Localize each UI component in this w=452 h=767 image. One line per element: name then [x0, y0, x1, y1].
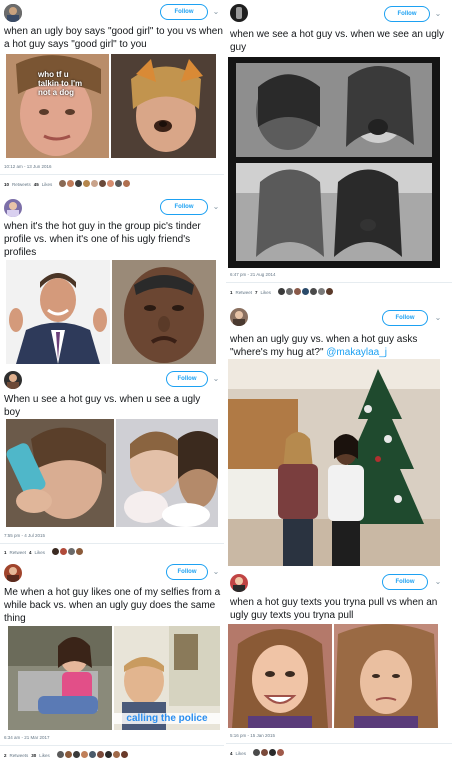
- tweet-stats: 2 Retweets 30 Likes: [4, 751, 129, 759]
- chevron-down-icon[interactable]: ⌄: [212, 8, 220, 16]
- like-count: 45: [33, 181, 39, 187]
- retweet-label: Retweet: [9, 549, 27, 555]
- avatar[interactable]: [230, 4, 248, 22]
- divider: [0, 745, 224, 746]
- like-label: Likes: [235, 750, 247, 756]
- tweet-photo-left[interactable]: who tf u talkin to I'm not a dog: [6, 54, 109, 158]
- divider: [0, 174, 224, 175]
- tweet-photo-left[interactable]: [6, 419, 114, 527]
- divider: [226, 743, 452, 744]
- follow-button[interactable]: Follow: [384, 6, 430, 22]
- liker-avatars[interactable]: [59, 180, 131, 188]
- tweet-card-1: Follow ⌄ when an ugly boy says "good gir…: [0, 0, 224, 195]
- retweet-label: Retweets: [9, 752, 29, 758]
- retweet-label: Retweets: [12, 181, 31, 187]
- tweet-timestamp: 6:34 am - 21 Mar 2017: [4, 735, 50, 740]
- avatar[interactable]: [4, 4, 22, 22]
- retweet-count: 10: [4, 181, 10, 187]
- chevron-down-icon[interactable]: ⌄: [434, 578, 442, 586]
- chevron-down-icon[interactable]: ⌄: [434, 10, 442, 18]
- tweet-photo-right[interactable]: [334, 624, 438, 728]
- retweet-count: 1: [4, 549, 7, 555]
- chevron-down-icon[interactable]: ⌄: [212, 568, 220, 576]
- tweet-stats: 4 Likes: [230, 749, 285, 757]
- chevron-down-icon[interactable]: ⌄: [212, 203, 220, 211]
- tweet-card-4: Follow ⌄ when an ugly guy vs. when a hot…: [226, 302, 452, 570]
- follow-button[interactable]: Follow: [382, 310, 428, 326]
- like-count: 4: [29, 549, 32, 555]
- tweet-card-5: Follow ⌄ When u see a hot guy vs. when u…: [0, 367, 224, 560]
- like-label: Likes: [260, 289, 272, 295]
- tweet-card-2: Follow ⌄ when we see a hot guy vs. when …: [226, 0, 452, 302]
- follow-button[interactable]: Follow: [382, 574, 428, 590]
- tweet-photo-right[interactable]: calling the police: [114, 626, 220, 730]
- tweet-timestamp: 5:16 pm - 15 Jan 2015: [230, 733, 276, 738]
- tweet-stats: 10 Retweets 45 Likes: [4, 180, 131, 188]
- liker-avatars[interactable]: [253, 749, 285, 757]
- follow-button[interactable]: Follow: [166, 564, 208, 580]
- avatar[interactable]: [230, 574, 248, 592]
- tweet-timestamp: 10:12 am - 13 Jun 2016: [4, 164, 52, 169]
- mention-link[interactable]: @makaylaa_j: [326, 347, 387, 358]
- like-count: 4: [230, 750, 233, 756]
- tweet-photo-collage[interactable]: [228, 57, 440, 268]
- tweet-card-3: Follow ⌄ when it's the hot guy in the gr…: [0, 195, 224, 367]
- tweet-stats: 1 Retweet 4 Likes: [4, 548, 84, 556]
- retweet-label: Retweet: [235, 289, 253, 295]
- tweet-text: when an ugly guy vs. when a hot guy asks…: [230, 333, 445, 359]
- retweet-count: 1: [230, 289, 233, 295]
- liker-avatars[interactable]: [278, 288, 334, 296]
- like-label: Likes: [34, 549, 46, 555]
- photo-overlay-text: who tf u talkin to I'm not a dog: [38, 70, 83, 97]
- like-count: 30: [31, 752, 37, 758]
- avatar[interactable]: [4, 371, 22, 389]
- follow-button[interactable]: Follow: [160, 199, 208, 215]
- retweet-count: 2: [4, 752, 7, 758]
- divider: [0, 543, 224, 544]
- tweet-card-6: Follow ⌄ Me when a hot guy likes one of …: [0, 560, 224, 767]
- liker-avatars[interactable]: [52, 548, 84, 556]
- tweet-timestamp: 6:47 pm - 21 Aug 2014: [230, 272, 276, 277]
- avatar[interactable]: [4, 564, 22, 582]
- tweet-photo[interactable]: [228, 359, 440, 566]
- like-count: 7: [255, 289, 258, 295]
- tweet-photo-right[interactable]: [111, 54, 216, 158]
- tweet-photo-left[interactable]: [6, 260, 110, 364]
- chevron-down-icon[interactable]: ⌄: [434, 314, 442, 322]
- tweet-text: When u see a hot guy vs. when u see a ug…: [4, 394, 201, 418]
- tweet-stats: 1 Retweet 7 Likes: [230, 288, 334, 296]
- tweet-photo-right[interactable]: [112, 260, 216, 364]
- tweet-card-7: Follow ⌄ when a hot guy texts you tryna …: [226, 570, 452, 767]
- tweet-timestamp: 7:55 pm - 4 Jul 2015: [4, 533, 46, 538]
- photo-overlay-text: calling the police: [114, 713, 220, 724]
- tweet-text: when a hot guy texts you tryna pull vs w…: [230, 597, 438, 621]
- tweet-photo-left[interactable]: [228, 624, 332, 728]
- avatar[interactable]: [230, 308, 248, 326]
- chevron-down-icon[interactable]: ⌄: [212, 375, 220, 383]
- liker-avatars[interactable]: [56, 751, 129, 759]
- tweet-text: Me when a hot guy likes one of my selfie…: [4, 587, 221, 624]
- follow-button[interactable]: Follow: [160, 4, 208, 20]
- like-label: Likes: [41, 181, 53, 187]
- like-label: Likes: [39, 752, 50, 758]
- divider: [226, 282, 452, 283]
- tweet-text: when it's the hot guy in the group pic's…: [4, 221, 201, 258]
- follow-button[interactable]: Follow: [166, 371, 208, 387]
- tweet-text: when we see a hot guy vs. when we see an…: [230, 29, 445, 53]
- tweet-photo-right[interactable]: [116, 419, 218, 527]
- tweet-photo-left[interactable]: [8, 626, 112, 730]
- tweet-text: when an ugly boy says "good girl" to you…: [4, 26, 223, 50]
- avatar[interactable]: [4, 199, 22, 217]
- tweet-text-body: when an ugly guy vs. when a hot guy asks…: [230, 334, 418, 358]
